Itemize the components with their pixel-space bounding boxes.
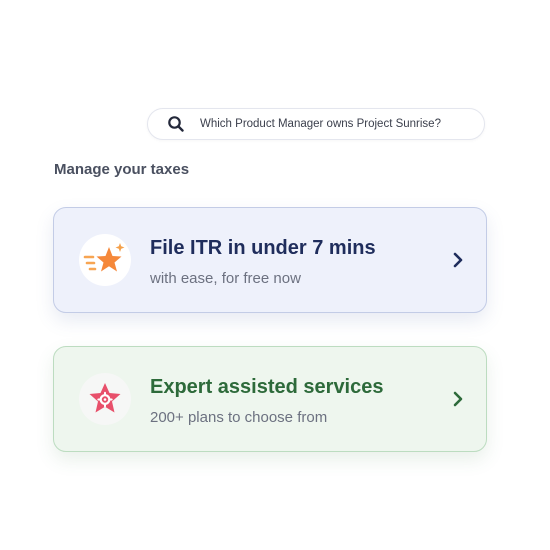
search-icon (167, 115, 185, 133)
sparkle-star-icon (79, 234, 131, 286)
file-itr-card[interactable]: File ITR in under 7 mins with ease, for … (53, 207, 487, 313)
chevron-right-icon[interactable] (452, 390, 464, 408)
card-title: Expert assisted services (150, 376, 384, 398)
card-subtitle: with ease, for free now (150, 270, 301, 287)
search-query-text[interactable]: Which Product Manager owns Project Sunri… (200, 118, 441, 130)
card-subtitle: 200+ plans to choose from (150, 409, 328, 426)
chevron-right-icon[interactable] (452, 251, 464, 269)
search-bar[interactable]: Which Product Manager owns Project Sunri… (147, 108, 485, 140)
badge-star-gear-icon (79, 373, 131, 425)
section-title: Manage your taxes (54, 161, 190, 178)
card-title: File ITR in under 7 mins (150, 237, 376, 259)
expert-services-card[interactable]: Expert assisted services 200+ plans to c… (53, 346, 487, 452)
